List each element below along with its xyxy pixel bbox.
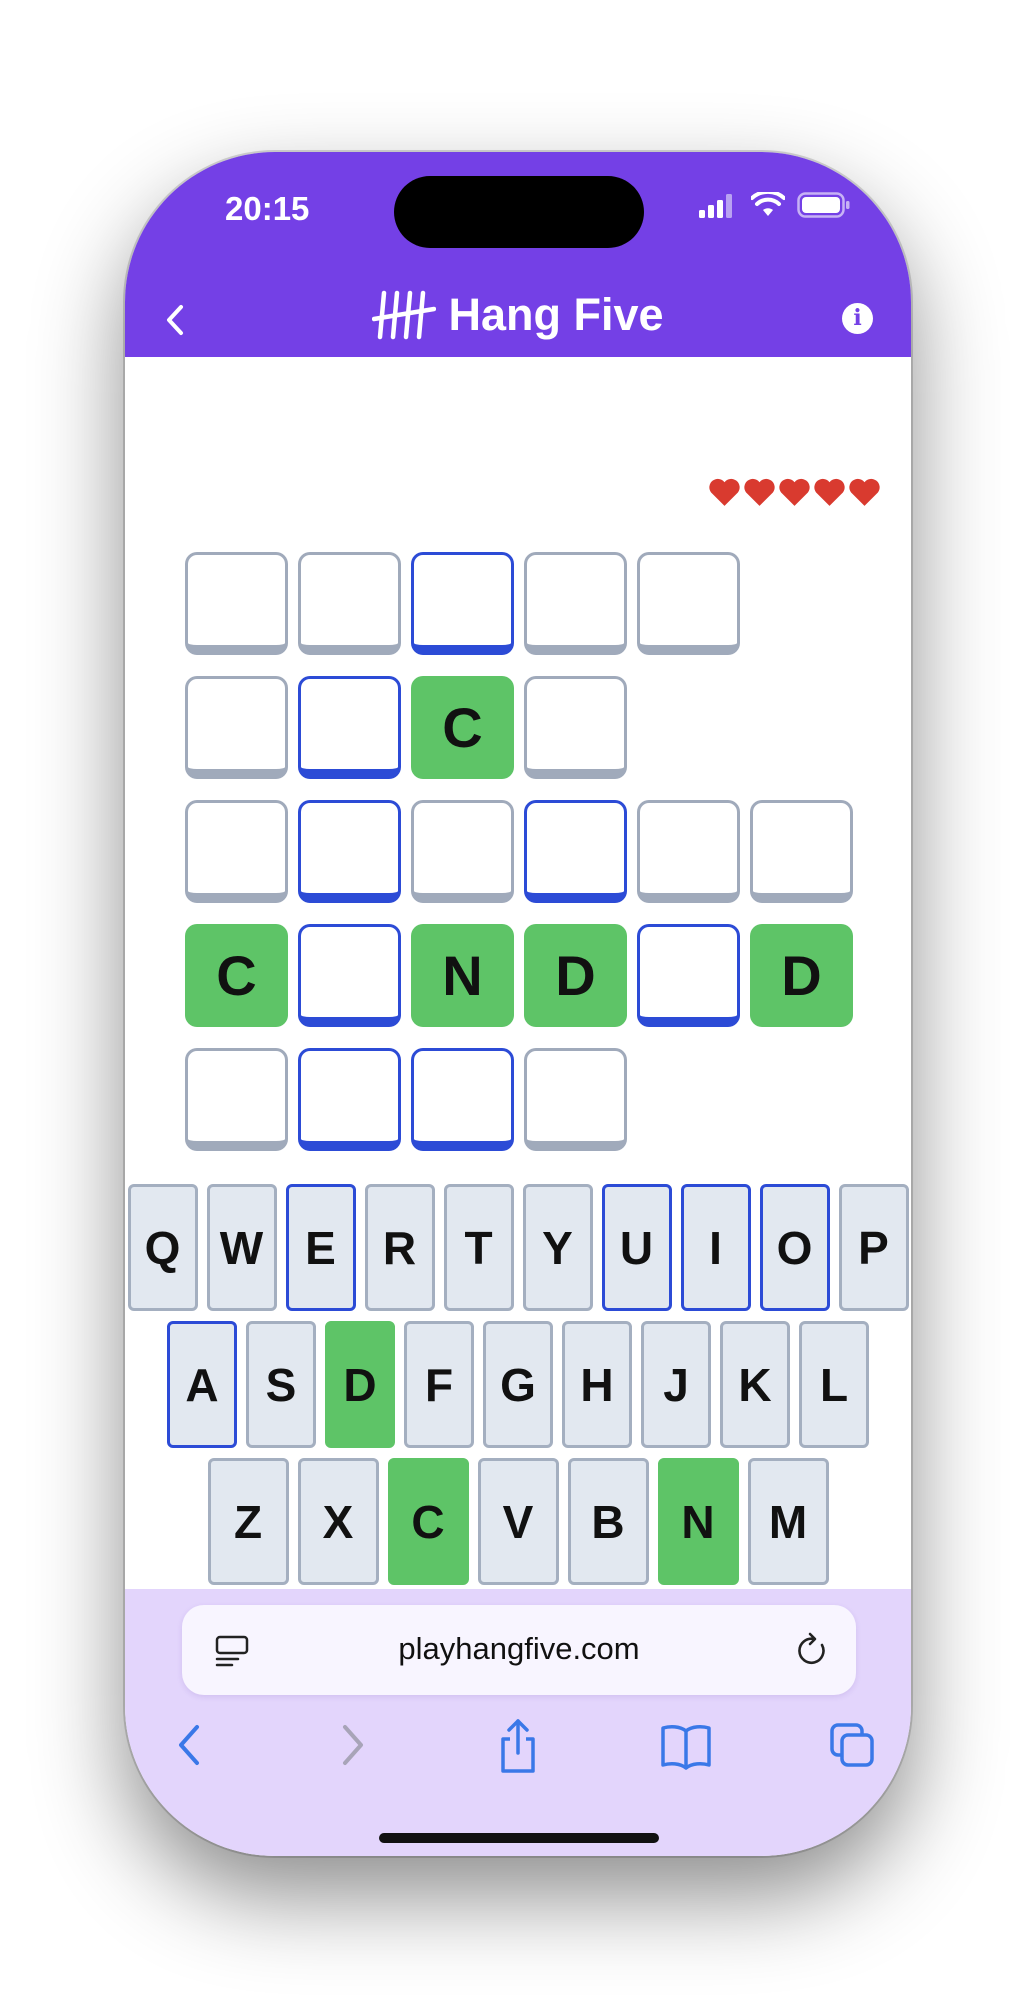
letter-tile-hidden	[185, 552, 288, 655]
bookmarks-icon[interactable]	[660, 1717, 712, 1773]
letter-tile-hidden	[411, 552, 514, 655]
letter-tile-hidden	[524, 676, 627, 779]
letter-tile-revealed: D	[750, 924, 853, 1027]
letter-tile-hidden	[524, 1048, 627, 1151]
letter-tile-hidden	[637, 924, 740, 1027]
letter-tile-hidden	[637, 800, 740, 903]
key-w[interactable]: W	[206, 1184, 277, 1311]
heart-icon	[709, 478, 740, 506]
browser-chrome: playhangfive.com	[125, 1589, 911, 1856]
dynamic-island	[394, 176, 644, 248]
key-d[interactable]: D	[325, 1321, 395, 1448]
key-n[interactable]: N	[657, 1458, 739, 1585]
word-row: C	[185, 676, 853, 779]
key-e[interactable]: E	[285, 1184, 356, 1311]
key-z[interactable]: Z	[207, 1458, 289, 1585]
tally-marks-icon	[372, 290, 437, 340]
keyboard-row: QWERTYUIOP	[125, 1184, 911, 1311]
letter-tile-revealed: C	[411, 676, 514, 779]
key-r[interactable]: R	[364, 1184, 435, 1311]
letter-tile-hidden	[298, 1048, 401, 1151]
key-c[interactable]: C	[387, 1458, 469, 1585]
heart-icon	[744, 478, 775, 506]
browser-forward-icon[interactable]	[333, 1717, 373, 1773]
word-row: CNDD	[185, 924, 853, 1027]
letter-tile-hidden	[298, 676, 401, 779]
letter-tile-hidden	[185, 676, 288, 779]
status-icons	[699, 192, 851, 218]
key-l[interactable]: L	[799, 1321, 869, 1448]
address-bar[interactable]: playhangfive.com	[182, 1605, 856, 1695]
key-s[interactable]: S	[246, 1321, 316, 1448]
app-header: 20:15 Hang Five i	[125, 152, 911, 357]
key-p[interactable]: P	[838, 1184, 909, 1311]
browser-back-icon[interactable]	[169, 1717, 209, 1773]
letter-tile-revealed: D	[524, 924, 627, 1027]
letter-keyboard: QWERTYUIOPASDFGHJKLZXCVBNM	[125, 1184, 911, 1595]
word-row	[185, 1048, 853, 1151]
word-row	[185, 800, 853, 903]
heart-icon	[779, 478, 810, 506]
status-time: 20:15	[225, 190, 310, 227]
keyboard-row: ZXCVBNM	[125, 1458, 911, 1585]
key-h[interactable]: H	[562, 1321, 632, 1448]
key-y[interactable]: Y	[522, 1184, 593, 1311]
word-row	[185, 552, 853, 655]
key-g[interactable]: G	[483, 1321, 553, 1448]
key-k[interactable]: K	[720, 1321, 790, 1448]
letter-tile-hidden	[411, 800, 514, 903]
key-f[interactable]: F	[404, 1321, 474, 1448]
key-o[interactable]: O	[759, 1184, 830, 1311]
info-icon: i	[853, 305, 862, 331]
letter-tile-hidden	[524, 552, 627, 655]
letter-tile-revealed: C	[185, 924, 288, 1027]
app-title-text: Hang Five	[448, 289, 664, 340]
letter-tile-hidden	[298, 800, 401, 903]
home-indicator	[379, 1833, 659, 1843]
key-a[interactable]: A	[167, 1321, 237, 1448]
key-b[interactable]: B	[567, 1458, 649, 1585]
heart-icon	[814, 478, 845, 506]
lives-indicator	[708, 477, 881, 507]
cellular-signal-icon	[699, 194, 732, 218]
key-u[interactable]: U	[601, 1184, 672, 1311]
wifi-icon	[751, 192, 785, 216]
share-icon[interactable]	[495, 1717, 541, 1775]
letter-tile-hidden	[524, 800, 627, 903]
info-button[interactable]: i	[842, 303, 873, 334]
letter-tile-hidden	[298, 552, 401, 655]
screen: 20:15 Hang Five i C C N D D Q W E R T Y …	[0, 0, 1036, 2016]
letter-tile-hidden	[298, 924, 401, 1027]
heart-icon	[849, 478, 880, 506]
keyboard-row: ASDFGHJKL	[125, 1321, 911, 1448]
tabs-overview-icon[interactable]	[828, 1717, 876, 1773]
word-board: CCNDD	[185, 552, 853, 1172]
key-i[interactable]: I	[680, 1184, 751, 1311]
letter-tile-hidden	[185, 800, 288, 903]
phone-frame: 20:15 Hang Five i C C N D D Q W E R T Y …	[125, 152, 911, 1856]
app-title: Hang Five	[125, 289, 911, 341]
key-j[interactable]: J	[641, 1321, 711, 1448]
url-text: playhangfive.com	[398, 1631, 640, 1666]
key-v[interactable]: V	[477, 1458, 559, 1585]
key-x[interactable]: X	[297, 1458, 379, 1585]
letter-tile-hidden	[637, 552, 740, 655]
letter-tile-hidden	[185, 1048, 288, 1151]
letter-tile-revealed: N	[411, 924, 514, 1027]
letter-tile-hidden	[750, 800, 853, 903]
key-t[interactable]: T	[443, 1184, 514, 1311]
reload-icon[interactable]	[794, 1631, 830, 1669]
battery-icon	[797, 192, 850, 218]
key-m[interactable]: M	[747, 1458, 829, 1585]
browser-toolbar	[125, 1717, 911, 1777]
key-q[interactable]: Q	[127, 1184, 198, 1311]
letter-tile-hidden	[411, 1048, 514, 1151]
